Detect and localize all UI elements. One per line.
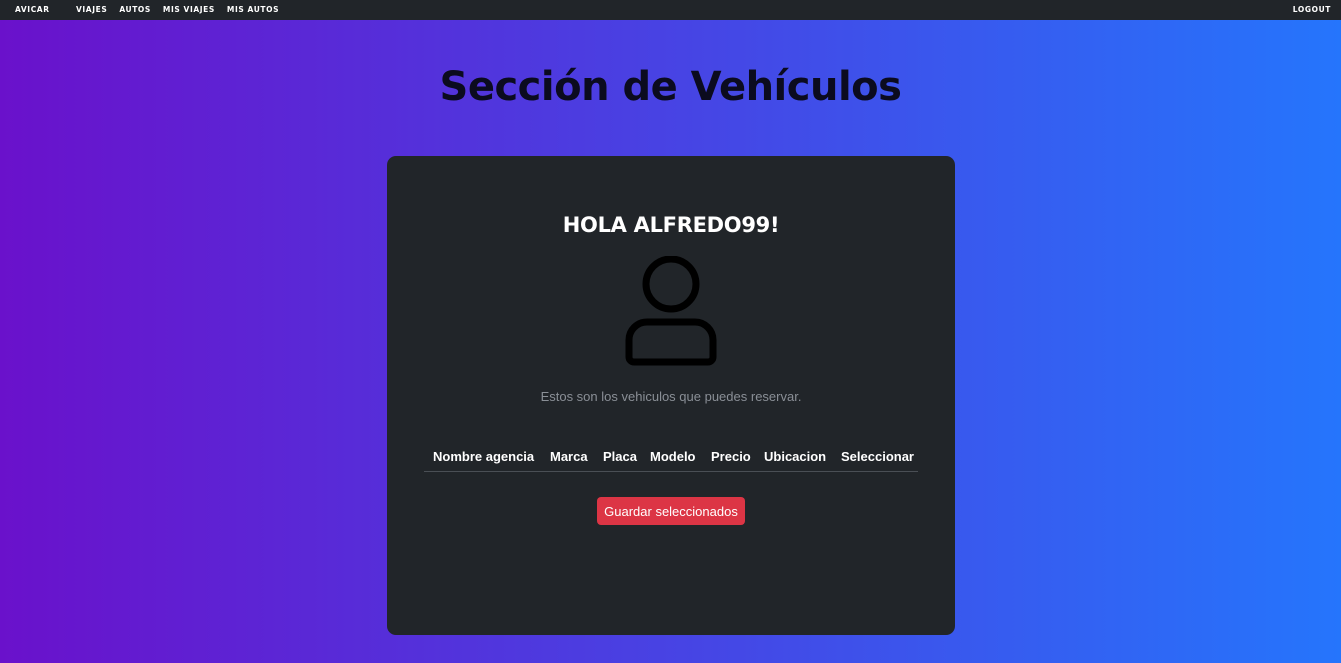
column-modelo: Modelo bbox=[650, 449, 696, 464]
brand-link[interactable]: AVICAR bbox=[15, 5, 50, 14]
card-subtitle: Estos son los vehiculos que puedes reser… bbox=[540, 389, 802, 404]
page-title: Sección de Vehículos bbox=[439, 64, 902, 110]
column-seleccionar: Seleccionar bbox=[841, 449, 914, 464]
user-icon bbox=[625, 256, 717, 366]
nav-link-mis-viajes[interactable]: MIS VIAJES bbox=[163, 5, 215, 14]
column-ubicacion: Ubicacion bbox=[764, 449, 827, 464]
column-marca: Marca bbox=[550, 449, 588, 464]
vehicles-card: HOLA ALFREDO99! Estos son los vehiculos … bbox=[387, 156, 955, 635]
nav-link-autos[interactable]: AUTOS bbox=[119, 5, 151, 14]
column-precio: Precio bbox=[711, 449, 751, 464]
nav-link-mis-autos[interactable]: MIS AUTOS bbox=[227, 5, 279, 14]
vehicles-table-header: Nombre agencia Marca Placa Modelo Precio… bbox=[424, 448, 918, 472]
column-placa: Placa bbox=[603, 449, 637, 464]
greeting-heading: HOLA ALFREDO99! bbox=[562, 213, 780, 237]
navbar: AVICAR VIAJES AUTOS MIS VIAJES MIS AUTOS… bbox=[0, 0, 1341, 20]
nav-links: VIAJES AUTOS MIS VIAJES MIS AUTOS bbox=[76, 5, 279, 14]
nav-link-viajes[interactable]: VIAJES bbox=[76, 5, 107, 14]
save-selected-button[interactable]: Guardar seleccionados bbox=[597, 497, 745, 525]
logout-link[interactable]: LOGOUT bbox=[1293, 5, 1331, 14]
column-nombre-agencia: Nombre agencia bbox=[433, 449, 535, 464]
